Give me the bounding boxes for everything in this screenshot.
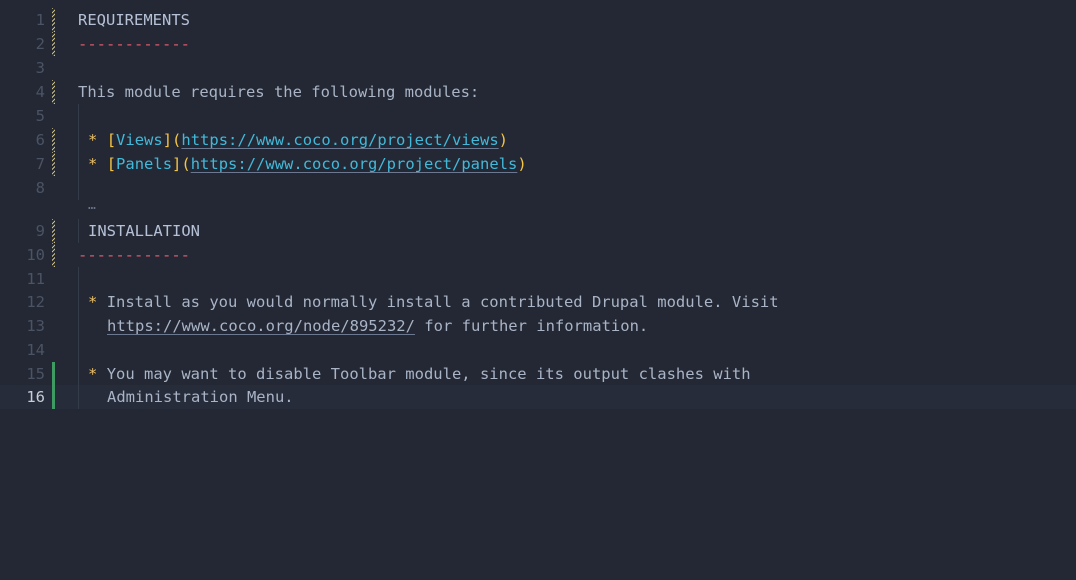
link-text[interactable]: Views [116, 131, 163, 149]
line-number: 16 [26, 388, 45, 406]
editor-line-current[interactable]: 16 Administration Menu. [0, 385, 1076, 409]
indent-guide [78, 338, 79, 362]
line-number: 12 [26, 293, 45, 311]
link-paren-open: ( [181, 155, 191, 173]
list-item: * [Panels](https://www.coco.org/project/… [88, 152, 527, 176]
link-bracket-close: ] [172, 155, 182, 173]
editor-line[interactable]: 14 [0, 338, 1076, 362]
indent-guide [78, 267, 79, 291]
line-number: 5 [35, 107, 45, 125]
gutter-modified-marker [52, 128, 55, 152]
link-paren-close: ) [498, 131, 509, 149]
line-number: 13 [26, 317, 45, 335]
heading-underline: ------------ [78, 246, 190, 264]
editor-line[interactable]: 15 * You may want to disable Toolbar mod… [0, 362, 1076, 386]
link-url[interactable]: https://www.coco.org/project/views [181, 131, 498, 149]
heading-text: INSTALLATION [88, 222, 200, 240]
editor-line[interactable]: 8 [0, 176, 1076, 200]
editor-line[interactable]: 11 [0, 267, 1076, 291]
list-item-continuation: https://www.coco.org/node/895232/ for fu… [107, 314, 648, 338]
indent-guide [78, 362, 79, 386]
gutter-modified-marker [52, 8, 55, 32]
link-bracket-close: ] [162, 131, 173, 149]
line-number: 6 [35, 131, 45, 149]
line-number: 2 [35, 35, 45, 53]
list-item-continuation: Administration Menu. [107, 388, 294, 406]
code-editor[interactable]: 1 REQUIREMENTS 2 ------------ 3 4 This m… [0, 0, 1076, 580]
gutter-modified-marker [52, 152, 55, 176]
bullet-marker: * [88, 131, 98, 149]
line-number: 4 [35, 83, 45, 101]
editor-line[interactable]: 6 * [Views](https://www.coco.org/project… [0, 128, 1076, 152]
link-url[interactable]: https://www.coco.org/project/panels [191, 155, 518, 173]
list-item-text: for further information. [414, 317, 649, 335]
indent-guide [78, 128, 79, 152]
gutter-added-marker [52, 362, 55, 386]
gutter-modified-marker [52, 243, 55, 267]
editor-line[interactable]: 5 [0, 104, 1076, 128]
editor-line[interactable]: 1 REQUIREMENTS [0, 8, 1076, 32]
indent-guide [78, 176, 79, 200]
editor-line[interactable]: 7 * [Panels](https://www.coco.org/projec… [0, 152, 1076, 176]
indent-guide [78, 104, 79, 128]
gutter-modified-marker [52, 80, 55, 104]
line-number: 14 [26, 341, 45, 359]
editor-line[interactable]: 9 INSTALLATION [0, 219, 1076, 243]
link-bracket-open: [ [106, 131, 117, 149]
list-item-text: You may want to disable Toolbar module, … [106, 365, 751, 383]
bullet-marker: * [88, 365, 98, 383]
line-number: 7 [35, 155, 45, 173]
list-item: * Install as you would normally install … [88, 290, 779, 314]
line-number: 15 [26, 365, 45, 383]
editor-line[interactable]: 13 https://www.coco.org/node/895232/ for… [0, 314, 1076, 338]
bullet-marker: * [88, 293, 98, 311]
indent-guide [78, 152, 79, 176]
line-number: 11 [26, 270, 45, 288]
editor-line[interactable]: 4 This module requires the following mod… [0, 80, 1076, 104]
indent-guide [78, 290, 79, 314]
line-number: 9 [35, 222, 45, 240]
indent-guide [78, 385, 79, 409]
link-text[interactable]: Panels [116, 155, 172, 173]
bullet-marker: * [88, 155, 98, 173]
gutter-modified-marker [52, 32, 55, 56]
link-url[interactable]: https://www.coco.org/node/895232/ [107, 317, 415, 335]
line-number: 1 [35, 11, 45, 29]
link-bracket-open: [ [106, 155, 117, 173]
editor-line[interactable]: 10 ------------ [0, 243, 1076, 267]
link-paren-open: ( [172, 131, 182, 149]
folded-region-marker[interactable]: … [88, 194, 96, 218]
line-number: 3 [35, 59, 45, 77]
heading-text: REQUIREMENTS [78, 11, 190, 29]
editor-line[interactable]: 3 [0, 56, 1076, 80]
indent-guide [78, 314, 79, 338]
gutter-added-marker [52, 385, 55, 409]
gutter-modified-marker [52, 219, 55, 243]
line-number: 10 [26, 246, 45, 264]
paragraph-text: This module requires the following modul… [78, 83, 480, 101]
list-item-text: Install as you would normally install a … [106, 293, 779, 311]
list-item: * You may want to disable Toolbar module… [88, 362, 751, 386]
heading-underline: ------------ [78, 35, 190, 53]
editor-line[interactable]: 12 * Install as you would normally insta… [0, 290, 1076, 314]
link-paren-close: ) [517, 155, 527, 173]
editor-line[interactable]: 2 ------------ [0, 32, 1076, 56]
list-item: * [Views](https://www.coco.org/project/v… [88, 128, 508, 152]
indent-guide [78, 219, 79, 243]
line-number: 8 [35, 179, 45, 197]
